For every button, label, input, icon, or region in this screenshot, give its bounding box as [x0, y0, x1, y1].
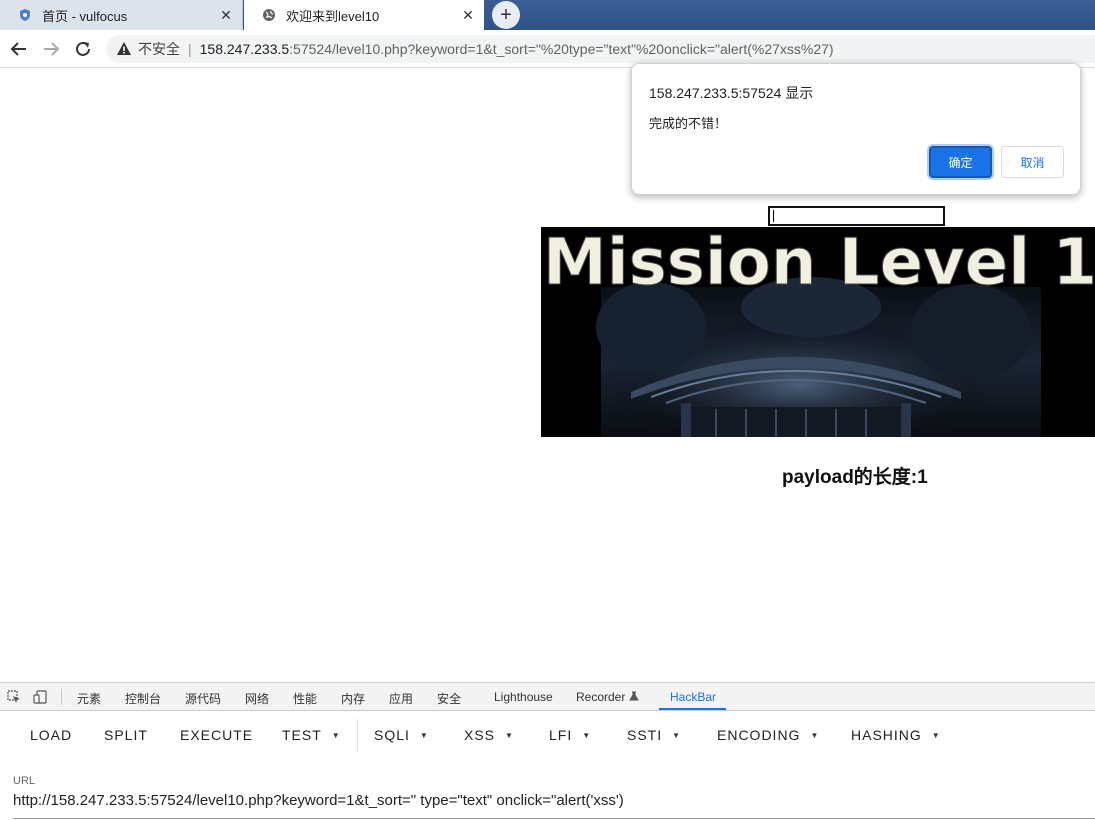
url-field-label: URL [13, 775, 36, 787]
xss-label: XSS [464, 727, 496, 743]
load-button[interactable]: LOAD [30, 727, 72, 743]
shield-icon [18, 8, 32, 22]
encoding-label: ENCODING [717, 727, 801, 743]
sqli-dropdown[interactable]: SQLI ▼ [374, 727, 429, 743]
security-label[interactable]: 不安全 [138, 39, 180, 59]
close-tab-icon[interactable]: ✕ [218, 7, 234, 23]
hackbar-toolbar: LOAD SPLIT EXECUTE TEST ▼ SQLI ▼ XSS ▼ LFI ▼… [0, 711, 1095, 759]
tab-memory[interactable]: 内存 [341, 690, 365, 707]
hashing-label: HASHING [851, 727, 922, 743]
flask-icon [628, 691, 639, 701]
cancel-button[interactable]: 取消 [1001, 146, 1064, 178]
execute-button[interactable]: EXECUTE [180, 727, 253, 743]
tab-recorder[interactable]: Recorder [576, 690, 639, 704]
tab-network[interactable]: 网络 [245, 690, 269, 707]
url-field-underline [13, 818, 1095, 819]
mission-banner-image: Mission Level 1 [541, 227, 1095, 437]
active-tab-indicator [659, 708, 726, 710]
chevron-down-icon: ▼ [505, 730, 514, 740]
split-label: SPLIT [104, 727, 148, 743]
tab-console[interactable]: 控制台 [125, 690, 161, 707]
payload-length-label: payload的长度:1 [782, 467, 928, 488]
text-caret [773, 210, 774, 222]
sqli-label: SQLI [374, 727, 410, 743]
test-dropdown[interactable]: TEST ▼ [282, 727, 341, 743]
hackbar-url-input[interactable]: http://158.247.233.5:57524/level10.php?k… [13, 792, 1095, 809]
chevron-down-icon: ▼ [810, 730, 820, 740]
chevron-down-icon: ▼ [672, 730, 682, 740]
close-tab-icon[interactable]: ✕ [460, 7, 476, 23]
toolbar-divider [357, 719, 358, 751]
ssti-label: SSTI [627, 727, 663, 743]
banner-title: Mission Level 1 [543, 227, 1095, 300]
device-toolbar-icon[interactable] [32, 689, 48, 705]
tab-title: 欢迎来到level10 [286, 8, 380, 24]
lfi-dropdown[interactable]: LFI ▼ [549, 727, 591, 743]
dialog-origin: 158.247.233.5:57524 显示 [649, 85, 814, 101]
tab-vulfocus[interactable]: 首页 - vulfocus ✕ [0, 0, 243, 30]
url-path: :57524/level10.php?keyword=1&t_sort="%20… [289, 41, 834, 57]
omnibox-separator: | [188, 41, 192, 57]
tab-hackbar[interactable]: HackBar [670, 690, 716, 704]
dialog-message: 完成的不错！ [649, 116, 728, 131]
tab-recorder-label: Recorder [576, 690, 626, 704]
test-label: TEST [282, 727, 322, 743]
browser-tabstrip: 首页 - vulfocus ✕ 欢迎来到level10 ✕ + [0, 0, 1095, 30]
url-text[interactable]: 158.247.233.5:57524/level10.php?keyword=… [200, 41, 834, 57]
keyword-input[interactable] [768, 206, 945, 226]
url-host: 158.247.233.5 [199, 41, 290, 57]
address-bar[interactable]: 不安全 | 158.247.233.5:57524/level10.php?ke… [106, 35, 1095, 63]
toolbar-divider [61, 689, 62, 705]
inspect-element-icon[interactable] [6, 689, 22, 705]
hashing-dropdown[interactable]: HASHING ▼ [851, 727, 941, 743]
tab-performance[interactable]: 性能 [293, 690, 317, 707]
tab-title: 首页 - vulfocus [42, 8, 128, 24]
tab-level10[interactable]: 欢迎来到level10 ✕ [244, 0, 484, 30]
ok-button[interactable]: 确定 [929, 146, 992, 178]
encoding-dropdown[interactable]: ENCODING ▼ [717, 727, 819, 743]
chevron-down-icon: ▼ [331, 730, 341, 740]
load-label: LOAD [30, 727, 73, 743]
split-button[interactable]: SPLIT [104, 727, 148, 743]
tab-sources[interactable]: 源代码 [185, 690, 221, 707]
back-icon[interactable] [7, 37, 31, 61]
devtools-panel: 元素 控制台 源代码 网络 性能 内存 应用 安全 Lighthouse Rec… [0, 682, 1095, 820]
devtools-tabbar: 元素 控制台 源代码 网络 性能 内存 应用 安全 Lighthouse Rec… [0, 683, 1095, 711]
tab-lighthouse[interactable]: Lighthouse [494, 690, 553, 704]
tab-application[interactable]: 应用 [389, 690, 413, 707]
lfi-label: LFI [549, 727, 573, 743]
chevron-down-icon: ▼ [419, 730, 429, 740]
chevron-down-icon: ▼ [582, 730, 592, 740]
globe-icon [262, 8, 276, 22]
tab-elements[interactable]: 元素 [77, 690, 101, 707]
chevron-down-icon: ▼ [931, 730, 941, 740]
ssti-dropdown[interactable]: SSTI ▼ [627, 727, 681, 743]
new-tab-button[interactable]: + [492, 1, 520, 29]
xss-dropdown[interactable]: XSS ▼ [464, 727, 514, 743]
execute-label: EXECUTE [180, 727, 254, 743]
forward-icon[interactable] [39, 37, 63, 61]
alert-dialog: 158.247.233.5:57524 显示 完成的不错！ 确定 取消 [631, 63, 1081, 195]
warning-icon[interactable] [116, 41, 132, 57]
reload-icon[interactable] [71, 37, 95, 61]
tab-security[interactable]: 安全 [437, 690, 461, 707]
